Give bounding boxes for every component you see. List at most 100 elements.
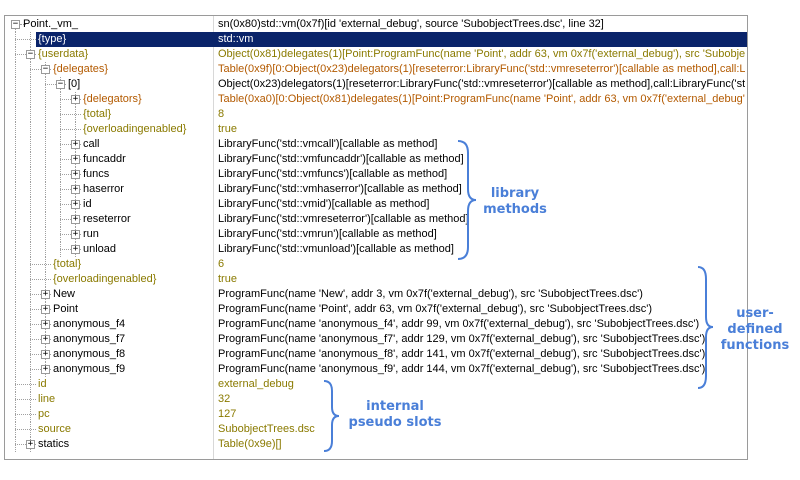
tree-guide-line bbox=[15, 197, 16, 212]
tree-row-value: Table(0xa0)[0:Object(0x81)delegates(1)[P… bbox=[218, 93, 745, 105]
expand-icon[interactable]: + bbox=[71, 155, 80, 164]
tree-guide-line bbox=[15, 167, 16, 182]
tree-row[interactable]: − {delegates} Table(0x9f)[0:Object(0x23)de… bbox=[5, 62, 747, 77]
tree-row[interactable]: + Point ProgramFunc(name 'Point', addr 63,… bbox=[5, 302, 747, 317]
expand-icon[interactable]: + bbox=[71, 200, 80, 209]
tree-row-name: reseterror bbox=[83, 213, 131, 225]
tree-guide-line bbox=[15, 92, 16, 107]
tree-row-value: true bbox=[218, 273, 237, 285]
tree-row-value: external_debug bbox=[218, 378, 294, 390]
tree-row-value: ProgramFunc(name 'anonymous_f4', addr 99… bbox=[218, 318, 700, 330]
tree-guide-line bbox=[15, 137, 16, 152]
expand-icon[interactable]: + bbox=[41, 350, 50, 359]
collapse-icon[interactable]: − bbox=[56, 80, 65, 89]
tree-guide-line bbox=[15, 287, 16, 302]
tree-row[interactable]: {total} 6 bbox=[5, 257, 747, 272]
tree-guide-line bbox=[45, 137, 46, 152]
tree-guide-line bbox=[15, 347, 16, 362]
tree-row[interactable]: + anonymous_f4 ProgramFunc(name 'anonymous… bbox=[5, 317, 747, 332]
tree-row[interactable]: − Point._vm_ sn(0x80)std::vm(0x7f)[id 'ext… bbox=[5, 17, 747, 32]
tree-row[interactable]: {total} 8 bbox=[5, 107, 747, 122]
tree-row-name: {delegates} bbox=[53, 63, 109, 75]
tree-row[interactable]: id external_debug bbox=[5, 377, 747, 392]
tree-row-name: anonymous_f8 bbox=[53, 348, 126, 360]
tree-row[interactable]: − [0] Object(0x23)delegators(1)[reseterror… bbox=[5, 77, 747, 92]
tree-row[interactable]: + anonymous_f7 ProgramFunc(name 'anonymous… bbox=[5, 332, 747, 347]
tree-guide-line bbox=[15, 62, 16, 77]
expand-icon[interactable]: + bbox=[41, 365, 50, 374]
tree-guide-line bbox=[30, 197, 31, 212]
tree-guide-line bbox=[15, 182, 16, 197]
expand-icon[interactable]: + bbox=[71, 215, 80, 224]
tree-row[interactable]: {overloadingenabled} true bbox=[5, 272, 747, 287]
tree-guide-line bbox=[15, 152, 16, 167]
expand-icon[interactable]: + bbox=[71, 95, 80, 104]
tree-row[interactable]: + reseterror LibraryFunc('std::vmreseterro… bbox=[5, 212, 747, 227]
tree-guide-line bbox=[45, 92, 46, 107]
variable-tree-view[interactable]: − Point._vm_ sn(0x80)std::vm(0x7f)[id 'ext… bbox=[4, 15, 748, 460]
tree-connector bbox=[60, 129, 81, 130]
expand-icon[interactable]: + bbox=[41, 320, 50, 329]
tree-row-name: unload bbox=[83, 243, 117, 255]
tree-row-name: {total} bbox=[53, 258, 82, 270]
tree-row-value: Object(0x23)delegators(1)[reseterror:Lib… bbox=[218, 78, 745, 90]
expand-icon[interactable]: + bbox=[26, 440, 35, 449]
tree-row-value: SubobjectTrees.dsc bbox=[218, 423, 315, 435]
expand-icon[interactable]: + bbox=[71, 230, 80, 239]
tree-row[interactable]: − {userdata} Object(0x81)delegates(1)[Poin… bbox=[5, 47, 747, 62]
collapse-icon[interactable]: − bbox=[11, 20, 20, 29]
tree-row[interactable]: + anonymous_f9 ProgramFunc(name 'anonymous… bbox=[5, 362, 747, 377]
tree-guide-line bbox=[30, 137, 31, 152]
tree-row[interactable]: + call LibraryFunc('std::vmcall')[callable… bbox=[5, 137, 747, 152]
tree-row-name: {total} bbox=[83, 108, 112, 120]
tree-row[interactable]: {type} std::vm bbox=[5, 32, 747, 47]
collapse-icon[interactable]: − bbox=[26, 50, 35, 59]
expand-icon[interactable]: + bbox=[71, 170, 80, 179]
tree-row-name: anonymous_f9 bbox=[53, 363, 126, 375]
tree-row[interactable]: + funcs LibraryFunc('std::vmfuncs')[callab… bbox=[5, 167, 747, 182]
brace-library-methods bbox=[457, 140, 477, 260]
tree-row[interactable]: + funcaddr LibraryFunc('std::vmfuncaddr')[… bbox=[5, 152, 747, 167]
tree-row-value: LibraryFunc('std::vmunload')[callable as… bbox=[218, 243, 454, 255]
tree-row[interactable]: + statics Table(0x9e)[] bbox=[5, 437, 747, 452]
expand-icon[interactable]: + bbox=[71, 185, 80, 194]
tree-row-name: line bbox=[38, 393, 56, 405]
tree-row-name: Point._vm_ bbox=[23, 18, 79, 30]
tree-row[interactable]: + run LibraryFunc('std::vmrun')[callable a… bbox=[5, 227, 747, 242]
tree-row[interactable]: + haserror LibraryFunc('std::vmhaserror')[… bbox=[5, 182, 747, 197]
tree-row-value: 6 bbox=[218, 258, 225, 270]
expand-icon[interactable]: + bbox=[41, 305, 50, 314]
expand-icon[interactable]: + bbox=[41, 290, 50, 299]
tree-row-name: {overloadingenabled} bbox=[83, 123, 187, 135]
tree-row-value: 127 bbox=[218, 408, 237, 420]
tree-row-value: LibraryFunc('std::vmcall')[callable as m… bbox=[218, 138, 438, 150]
tree-row-name: statics bbox=[38, 438, 70, 450]
collapse-icon[interactable]: − bbox=[41, 65, 50, 74]
tree-guide-line bbox=[30, 227, 31, 242]
tree-guide-line bbox=[45, 197, 46, 212]
tree-guide-line bbox=[45, 152, 46, 167]
tree-connector bbox=[15, 429, 36, 430]
tree-row[interactable]: + {delegators} Table(0xa0)[0:Object(0x81)d… bbox=[5, 92, 747, 107]
tree-guide-line bbox=[15, 77, 16, 92]
tree-guide-line bbox=[15, 107, 16, 122]
expand-icon[interactable]: + bbox=[71, 140, 80, 149]
tree-row[interactable]: {overloadingenabled} true bbox=[5, 122, 747, 137]
tree-row-value: ProgramFunc(name 'anonymous_f7', addr 12… bbox=[218, 333, 706, 345]
tree-guide-line bbox=[15, 257, 16, 272]
expand-icon[interactable]: + bbox=[41, 335, 50, 344]
tree-row[interactable]: + unload LibraryFunc('std::vmunload')[call… bbox=[5, 242, 747, 257]
tree-row[interactable]: + anonymous_f8 ProgramFunc(name 'anonymous… bbox=[5, 347, 747, 362]
tree-guide-line bbox=[15, 272, 16, 287]
tree-row-name: Point bbox=[53, 303, 79, 315]
tree-row[interactable]: + id LibraryFunc('std::vmid')[callable as … bbox=[5, 197, 747, 212]
tree-guide-line bbox=[30, 92, 31, 107]
expand-icon[interactable]: + bbox=[71, 245, 80, 254]
tree-row[interactable]: + New ProgramFunc(name 'New', addr 3, vm 0… bbox=[5, 287, 747, 302]
tree-row-name: call bbox=[83, 138, 100, 150]
tree-row-value: Object(0x81)delegates(1)[Point:ProgramFu… bbox=[218, 48, 745, 60]
tree-row-value: LibraryFunc('std::vmrun')[callable as me… bbox=[218, 228, 437, 240]
tree-row-name: anonymous_f4 bbox=[53, 318, 126, 330]
tree-row-value: 8 bbox=[218, 108, 225, 120]
tree-guide-line bbox=[45, 107, 46, 122]
